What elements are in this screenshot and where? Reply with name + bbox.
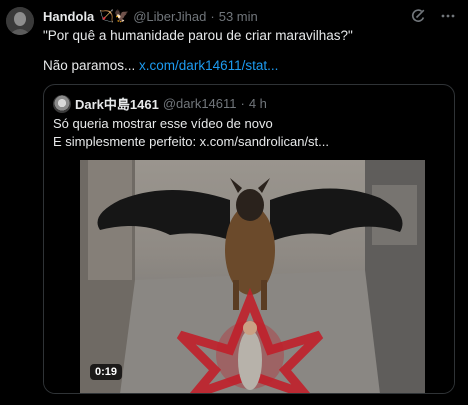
video-duration: 0:19 bbox=[90, 364, 123, 380]
tweet-link[interactable]: x.com/dark14611/stat... bbox=[139, 58, 278, 73]
quoted-tweet[interactable]: Dark中島1461 @dark14611 · 4 h Só queria mo… bbox=[43, 84, 455, 394]
video-frame bbox=[80, 160, 425, 393]
tweet[interactable]: Handola 🏹🦅 @LiberJihad · 53 min "Por quê… bbox=[0, 0, 468, 405]
quote-avatar[interactable] bbox=[53, 94, 71, 113]
more-icon[interactable] bbox=[440, 8, 456, 24]
avatar[interactable] bbox=[6, 7, 34, 35]
separator: · bbox=[210, 8, 215, 24]
quote-media[interactable]: 0:19 bbox=[44, 160, 454, 393]
quote-author-name[interactable]: Dark中島1461 bbox=[75, 94, 159, 113]
quote-timestamp[interactable]: 4 h bbox=[249, 96, 267, 111]
grok-icon[interactable] bbox=[410, 8, 426, 24]
tweet-header: Handola 🏹🦅 @LiberJihad · 53 min bbox=[43, 7, 258, 25]
video-player[interactable]: 0:19 bbox=[80, 160, 425, 393]
tweet-text-line1: "Por quê a humanidade parou de criar mar… bbox=[43, 28, 353, 43]
author-emoji: 🏹🦅 bbox=[99, 9, 130, 23]
tweet-text-prefix: Não paramos... bbox=[43, 58, 140, 73]
author-handle[interactable]: @LiberJihad bbox=[133, 9, 206, 24]
quote-separator: · bbox=[240, 96, 245, 111]
quote-author-handle[interactable]: @dark14611 bbox=[163, 96, 237, 111]
timestamp[interactable]: 53 min bbox=[219, 9, 258, 24]
quote-text-line2: E simplesmente perfeito: x.com/sandrolic… bbox=[53, 134, 330, 149]
quote-text-line1: Só queria mostrar esse vídeo de novo bbox=[53, 116, 273, 131]
header-actions bbox=[410, 8, 456, 24]
quote-header: Dark中島1461 @dark14611 · 4 h bbox=[53, 94, 267, 113]
tweet-text-line2: Não paramos... x.com/dark14611/stat... bbox=[43, 58, 278, 73]
author-name[interactable]: Handola bbox=[43, 9, 94, 24]
